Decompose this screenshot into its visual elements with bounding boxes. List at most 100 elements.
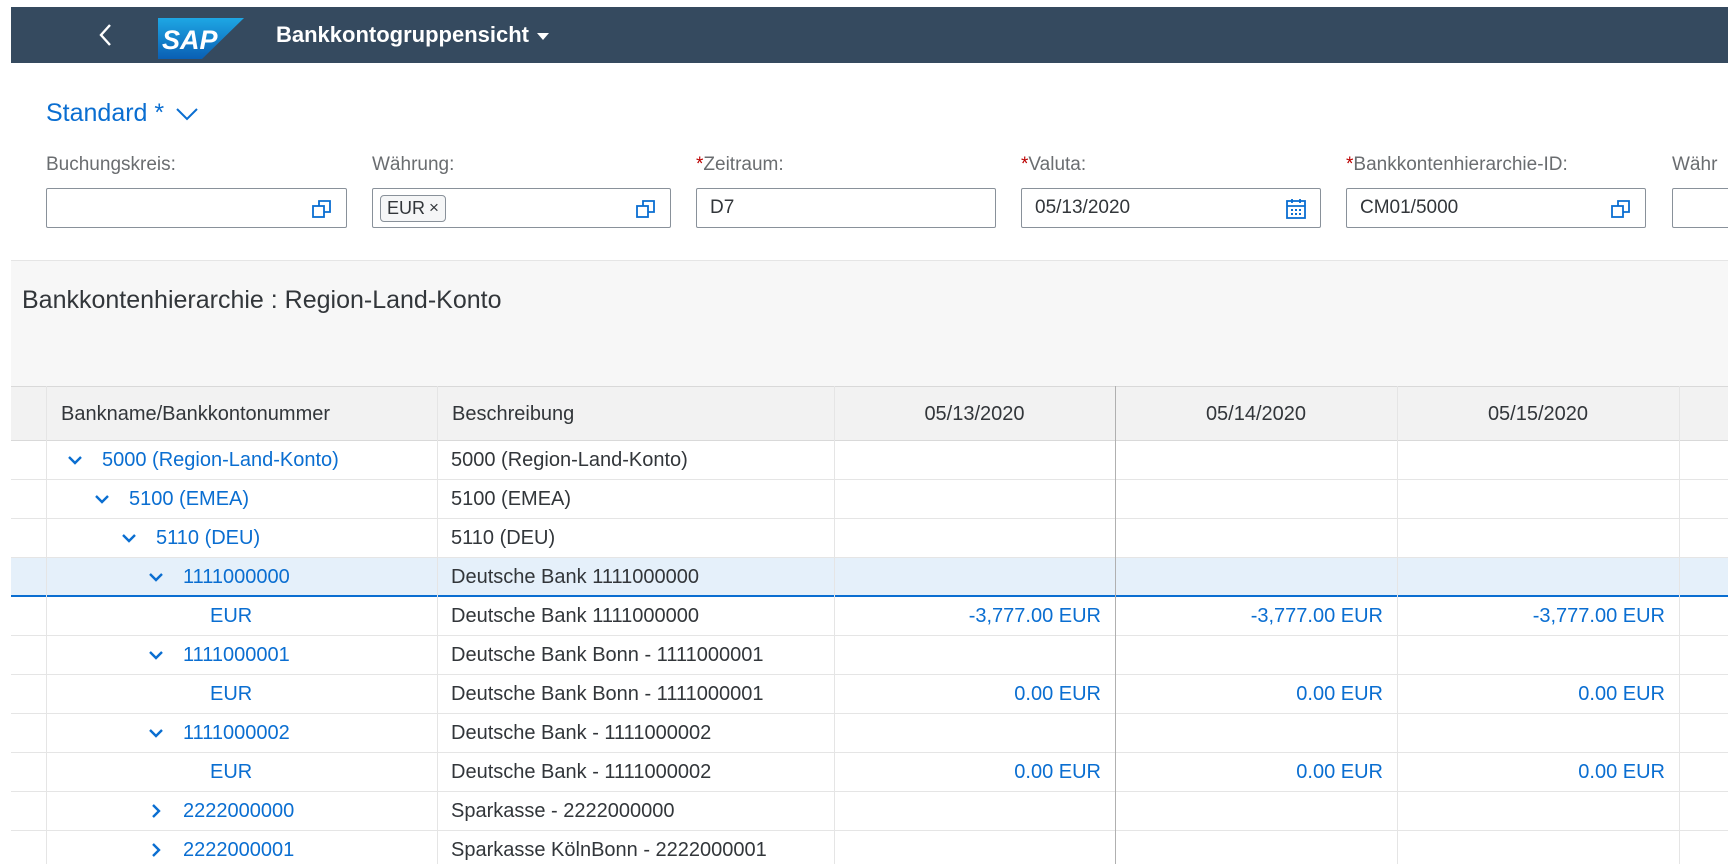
back-icon[interactable] [93, 21, 117, 49]
tree-node-link[interactable]: 5110 (DEU) [156, 527, 260, 550]
description-cell: Sparkasse - 2222000000 [451, 799, 675, 822]
tree-node-cell[interactable]: 5110 (DEU) [120, 519, 260, 557]
valuta-date-picker[interactable]: 05/13/2020 [1021, 188, 1321, 228]
collapse-icon[interactable] [147, 724, 165, 742]
tree-node-link[interactable]: EUR [210, 605, 252, 628]
amount-cell-2 [1115, 831, 1383, 864]
collapse-icon[interactable] [93, 490, 111, 508]
amount-cell-2 [1115, 519, 1383, 557]
tree-node-link[interactable]: 1111000002 [183, 722, 290, 745]
collapse-icon[interactable] [147, 568, 165, 586]
variant-selector[interactable]: Standard * [46, 99, 200, 128]
tree-node-cell[interactable]: EUR [174, 597, 252, 635]
currency-token[interactable]: EUR × [380, 194, 446, 222]
tree-node-link[interactable]: 1111000001 [183, 644, 290, 667]
tree-node-cell[interactable]: EUR [174, 753, 252, 791]
table-row[interactable]: 5110 (DEU) 5110 (DEU) [11, 519, 1728, 558]
amount-cell-1[interactable]: 0.00 EUR [834, 675, 1101, 713]
tree-node-cell[interactable]: 2222000001 [147, 831, 294, 864]
column-header-date-3[interactable]: 05/15/2020 [1397, 387, 1679, 441]
tree-node-link[interactable]: 2222000001 [183, 839, 294, 862]
waehrung-input[interactable]: EUR × [372, 188, 671, 228]
value-help-icon[interactable] [310, 197, 334, 221]
description-cell: 5000 (Region-Land-Konto) [451, 448, 688, 471]
buchungskreis-input[interactable] [46, 188, 347, 228]
column-header-date-1[interactable]: 05/13/2020 [834, 387, 1115, 441]
tree-node-cell[interactable]: 1111000000 [147, 558, 290, 596]
table-row[interactable]: EUR Deutsche Bank - 1111000002 0.00 EUR 0.0… [11, 753, 1728, 792]
amount-cell-3 [1397, 480, 1665, 518]
waehrung-2-input[interactable] [1672, 188, 1728, 228]
amount-cell-3 [1397, 792, 1665, 830]
amount-cell-2 [1115, 636, 1383, 674]
tree-node-cell[interactable]: 1111000001 [147, 636, 290, 674]
amount-cell-2[interactable]: -3,777.00 EUR [1115, 597, 1383, 635]
tree-node-cell[interactable]: 1111000002 [147, 714, 290, 752]
table-body: 5000 (Region-Land-Konto) 5000 (Region-Lan… [11, 441, 1728, 864]
amount-cell-2[interactable]: 0.00 EUR [1115, 753, 1383, 791]
table-row[interactable]: EUR Deutsche Bank 1111000000 -3,777.00 EUR… [11, 597, 1728, 636]
app-title-menu[interactable]: Bankkontogruppensicht [276, 21, 550, 49]
label-waehrung-2: Währ [1672, 154, 1718, 175]
tree-node-cell[interactable]: 5000 (Region-Land-Konto) [66, 441, 339, 479]
amount-cell-1[interactable]: 0.00 EUR [834, 753, 1101, 791]
tree-node-cell[interactable]: EUR [174, 675, 252, 713]
column-header-beschreibung[interactable]: Beschreibung [452, 387, 574, 441]
description-cell: 5110 (DEU) [451, 526, 556, 549]
amount-cell-1[interactable]: -3,777.00 EUR [834, 597, 1101, 635]
expand-icon[interactable] [147, 841, 165, 859]
amount-cell-3[interactable]: 0.00 EUR [1397, 675, 1665, 713]
column-divider [1397, 386, 1398, 864]
tree-node-link[interactable]: 2222000000 [183, 800, 294, 823]
description-cell: Deutsche Bank - 1111000002 [451, 760, 712, 783]
description-cell: Deutsche Bank Bonn - 1111000001 [451, 682, 764, 705]
value-help-icon[interactable] [1609, 197, 1633, 221]
collapse-icon[interactable] [120, 529, 138, 547]
amount-cell-2[interactable]: 0.00 EUR [1115, 675, 1383, 713]
table-row[interactable]: 5100 (EMEA) 5100 (EMEA) [11, 480, 1728, 519]
table-row[interactable]: 2222000000 Sparkasse - 2222000000 [11, 792, 1728, 831]
value-help-icon[interactable] [634, 197, 658, 221]
tree-node-link[interactable]: EUR [210, 683, 252, 706]
table-row[interactable]: 5000 (Region-Land-Konto) 5000 (Region-Lan… [11, 441, 1728, 480]
label-bankkontenhierarchie-id: *Bankkontenhierarchie-ID: [1346, 154, 1568, 175]
table-row[interactable]: 1111000002 Deutsche Bank - 1111000002 [11, 714, 1728, 753]
column-header-date-2[interactable]: 05/14/2020 [1115, 387, 1397, 441]
amount-cell-1 [834, 714, 1101, 752]
amount-cell-3[interactable]: 0.00 EUR [1397, 753, 1665, 791]
collapse-icon[interactable] [147, 646, 165, 664]
table-row[interactable]: 1111000000 Deutsche Bank 1111000000 [11, 558, 1728, 597]
description-cell: Sparkasse KölnBonn - 2222000001 [451, 838, 767, 861]
tree-node-cell[interactable]: 5100 (EMEA) [93, 480, 249, 518]
calendar-icon[interactable] [1284, 197, 1308, 221]
table-row[interactable]: 2222000001 Sparkasse KölnBonn - 222200000… [11, 831, 1728, 864]
app-title: Bankkontogruppensicht [276, 22, 530, 47]
amount-cell-2 [1115, 714, 1383, 752]
amount-cell-1 [834, 519, 1101, 557]
amount-cell-3 [1397, 636, 1665, 674]
amount-cell-1 [834, 480, 1101, 518]
table-title: Bankkontenhierarchie : Region-Land-Konto [22, 286, 502, 314]
bankkontenhierarchie-id-input[interactable]: CM01/5000 [1346, 188, 1646, 228]
tree-node-cell[interactable]: 2222000000 [147, 792, 294, 830]
collapse-icon[interactable] [66, 451, 84, 469]
column-divider [834, 386, 835, 864]
column-divider [46, 386, 47, 864]
tree-node-link[interactable]: 1111000000 [183, 566, 290, 589]
table-header: Bankname/Bankkontonummer Beschreibung 05… [11, 386, 1728, 441]
tree-node-link[interactable]: EUR [210, 761, 252, 784]
table-row[interactable]: EUR Deutsche Bank Bonn - 1111000001 0.00 E… [11, 675, 1728, 714]
tree-table: Bankname/Bankkontonummer Beschreibung 05… [11, 386, 1728, 864]
chevron-down-icon [176, 107, 198, 120]
amount-cell-3[interactable]: -3,777.00 EUR [1397, 597, 1665, 635]
column-header-bankname[interactable]: Bankname/Bankkontonummer [61, 387, 330, 441]
expand-icon[interactable] [147, 802, 165, 820]
table-row[interactable]: 1111000001 Deutsche Bank Bonn - 111100000… [11, 636, 1728, 675]
tree-node-link[interactable]: 5100 (EMEA) [129, 488, 249, 511]
sap-logo[interactable]: SAP [158, 18, 244, 59]
tree-node-link[interactable]: 5000 (Region-Land-Konto) [102, 449, 339, 472]
zeitraum-input[interactable]: D7 [696, 188, 996, 228]
amount-cell-2 [1115, 480, 1383, 518]
sap-logo-text: SAP [162, 25, 219, 55]
token-remove-icon[interactable]: × [429, 198, 439, 218]
